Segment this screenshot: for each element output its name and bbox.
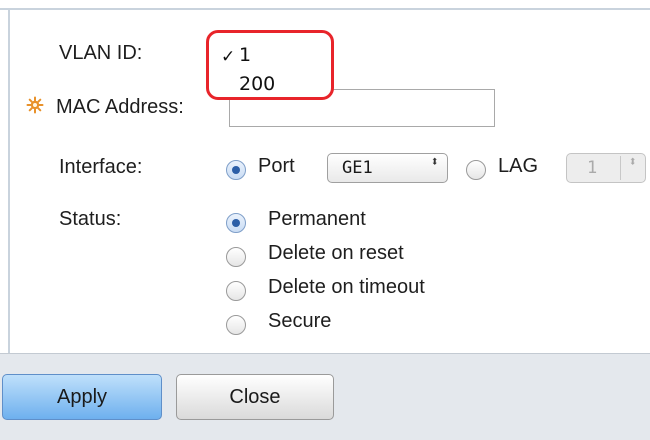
status-delete-on-reset-label: Delete on reset xyxy=(268,242,404,264)
vlan-id-label: VLAN ID: xyxy=(59,42,143,64)
interface-lag-label: LAG xyxy=(498,155,539,177)
apply-button[interactable]: Apply xyxy=(2,374,162,420)
select-divider xyxy=(620,156,621,180)
status-label: Status: xyxy=(59,208,122,230)
status-delete-on-timeout-radio[interactable] xyxy=(226,281,246,301)
select-arrows-icon: ⬍ xyxy=(430,154,439,170)
status-delete-on-reset-radio[interactable] xyxy=(226,247,246,267)
status-permanent-label: Permanent xyxy=(268,208,366,230)
interface-port-radio[interactable] xyxy=(226,160,246,180)
vlan-option-1[interactable]: 1 xyxy=(239,44,251,66)
interface-port-label: Port xyxy=(258,155,295,177)
required-star-icon xyxy=(26,96,44,114)
port-select[interactable]: GE1 ⬍ xyxy=(327,153,448,183)
lag-select-value: 1 xyxy=(587,158,598,178)
mac-address-label: MAC Address: xyxy=(56,96,184,118)
vlan-id-dropdown[interactable]: ✓ 1 200 xyxy=(206,30,334,100)
port-select-value: GE1 xyxy=(342,158,373,178)
status-permanent-radio[interactable] xyxy=(226,213,246,233)
vlan-option-200[interactable]: 200 xyxy=(239,73,275,95)
close-button[interactable]: Close xyxy=(176,374,334,420)
lag-select[interactable]: 1 ⬍ xyxy=(566,153,646,183)
status-delete-on-timeout-label: Delete on timeout xyxy=(268,276,425,298)
status-secure-label: Secure xyxy=(268,310,332,332)
select-arrows-icon: ⬍ xyxy=(628,154,637,170)
status-secure-radio[interactable] xyxy=(226,315,246,335)
interface-label: Interface: xyxy=(59,156,143,178)
checkmark-icon: ✓ xyxy=(221,47,236,66)
interface-lag-radio[interactable] xyxy=(466,160,486,180)
